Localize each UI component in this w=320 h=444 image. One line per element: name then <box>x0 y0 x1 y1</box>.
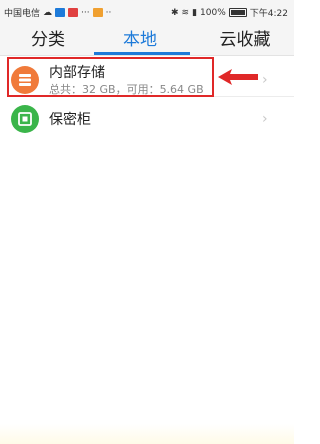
battery-icon <box>228 8 247 17</box>
tab-category[interactable]: 分类 <box>3 27 93 53</box>
signal-icon: ▮ <box>192 7 198 18</box>
carrier-label: 中国电信 <box>4 9 41 19</box>
status-bar: 中国电信 ☁ ··· ·· ✱ ≋ ▮ 100% 下午4:22 <box>0 0 294 24</box>
bottom-fade <box>0 424 294 444</box>
list-item-safe[interactable]: 保密柜 › <box>0 97 294 143</box>
more-dots-icon: ·· <box>105 7 112 18</box>
annotation-arrow-icon <box>218 69 258 85</box>
notification-icon <box>68 8 79 17</box>
chevron-right-icon: › <box>262 111 268 127</box>
status-bar-left: 中国电信 ☁ ··· ·· <box>4 6 112 20</box>
wifi-icon: ≋ <box>181 7 190 18</box>
tab-local[interactable]: 本地 <box>95 27 185 53</box>
tab-cloud-favorites[interactable]: 云收藏 <box>200 27 290 53</box>
battery-percent: 100% <box>200 7 226 18</box>
cloud-icon: ☁ <box>43 7 53 18</box>
more-dots-icon: ··· <box>81 7 90 18</box>
safe-icon <box>11 105 39 133</box>
notification-icon <box>55 8 66 17</box>
bluetooth-icon: ✱ <box>171 7 179 18</box>
status-bar-right: ✱ ≋ ▮ 100% 下午4:22 <box>171 6 288 20</box>
annotation-highlight-box <box>7 57 214 97</box>
item-title: 保密柜 <box>49 112 91 128</box>
active-tab-indicator <box>94 52 190 55</box>
chevron-right-icon: › <box>262 72 268 88</box>
clock: 下午4:22 <box>249 9 288 19</box>
notification-icon <box>92 8 103 17</box>
